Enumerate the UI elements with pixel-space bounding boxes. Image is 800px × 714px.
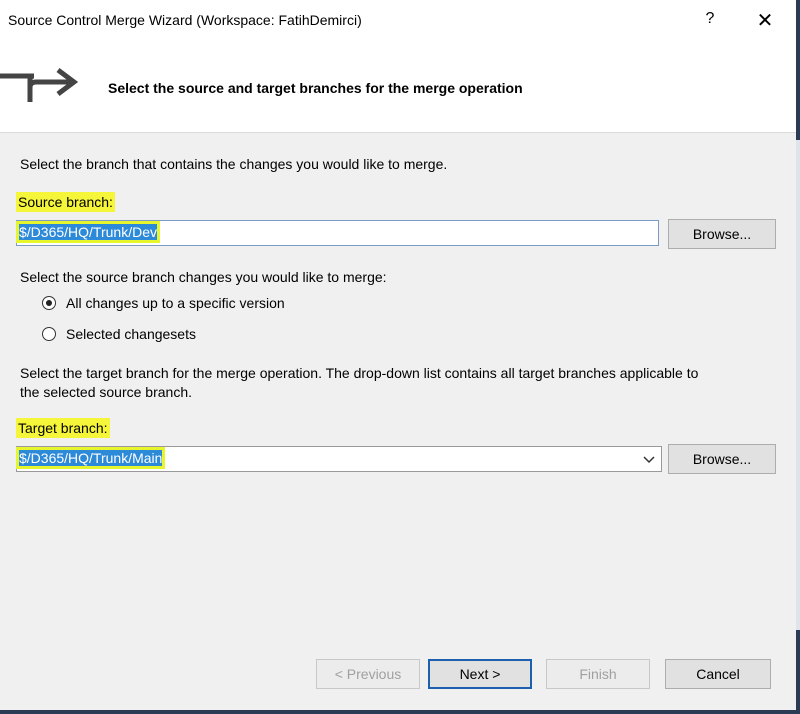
window-edge-light — [796, 140, 800, 630]
chevron-down-icon[interactable] — [643, 455, 655, 465]
next-button[interactable]: Next > — [428, 659, 532, 689]
target-instruction-line1: Select the target branch for the merge o… — [20, 365, 699, 381]
help-button[interactable]: ? — [700, 10, 720, 32]
merge-arrow-icon — [0, 68, 79, 102]
cancel-button[interactable]: Cancel — [665, 659, 771, 689]
window-bottom-edge — [0, 710, 796, 714]
radio-all-changes-label: All changes up to a specific version — [66, 295, 285, 311]
close-icon[interactable]: ✕ — [752, 8, 778, 34]
radio-selected-changesets-circle[interactable] — [42, 327, 56, 341]
target-instruction-line2: the selected source branch. — [20, 384, 192, 400]
previous-button[interactable]: < Previous — [316, 659, 420, 689]
source-branch-value: $/D365/HQ/Trunk/Dev — [19, 224, 157, 240]
source-branch-label: Source branch: — [16, 192, 115, 212]
page-title: Select the source and target branches fo… — [108, 80, 523, 96]
target-branch-value: $/D365/HQ/Trunk/Main — [19, 450, 163, 466]
title-bar: Source Control Merge Wizard (Workspace: … — [0, 0, 796, 42]
source-browse-button[interactable]: Browse... — [668, 219, 776, 249]
wizard-header: Select the source and target branches fo… — [0, 42, 796, 133]
source-instruction: Select the branch that contains the chan… — [20, 156, 448, 172]
target-browse-button[interactable]: Browse... — [668, 444, 776, 474]
radio-all-changes-circle[interactable] — [42, 296, 56, 310]
radio-selected-changesets-label: Selected changesets — [66, 326, 196, 342]
window-title: Source Control Merge Wizard (Workspace: … — [8, 12, 362, 28]
radio-selected-changesets[interactable]: Selected changesets — [42, 326, 342, 346]
radio-all-changes[interactable]: All changes up to a specific version — [42, 295, 342, 315]
target-branch-label: Target branch: — [16, 418, 110, 438]
finish-button[interactable]: Finish — [546, 659, 650, 689]
source-branch-input[interactable]: $/D365/HQ/Trunk/Dev — [16, 220, 659, 246]
target-branch-dropdown[interactable]: $/D365/HQ/Trunk/Main — [16, 446, 662, 472]
changes-instruction: Select the source branch changes you wou… — [20, 269, 387, 285]
